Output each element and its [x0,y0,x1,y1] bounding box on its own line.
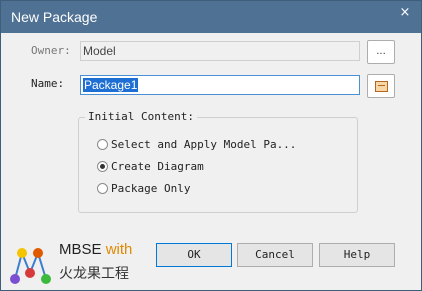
owner-label: Owner: [31,44,71,57]
cancel-button[interactable]: Cancel [237,243,313,267]
option-package-only[interactable]: Package Only [97,180,190,196]
dialog-body: Owner: Model ... Name: Package1 Initial … [1,33,421,290]
name-label: Name: [31,77,65,90]
name-input-value: Package1 [83,78,139,92]
ok-button[interactable]: OK [156,243,232,267]
title-bar[interactable]: New Package × [1,1,421,33]
option-create-diagram[interactable]: Create Diagram [97,158,204,174]
help-button[interactable]: Help [319,243,395,267]
radio-button[interactable] [97,182,108,194]
name-input[interactable]: Package1 [80,75,360,95]
radio-button[interactable] [97,160,108,172]
browse-owner-button[interactable]: ... [367,40,395,64]
dialog-title: New Package [11,9,98,25]
radio-label: Package Only [111,181,191,195]
notes-icon [375,81,388,92]
initial-content-label: Initial Content: [85,110,197,123]
notes-button[interactable] [367,74,395,98]
brand-line-1: MBSE with [59,241,133,258]
radio-label: Create Diagram [111,159,204,173]
radio-label: Select and Apply Model Pa... [111,137,297,151]
owner-field: Model [80,41,360,61]
close-icon[interactable]: × [395,5,415,21]
radio-button[interactable] [97,138,108,150]
new-package-dialog: New Package × Owner: Model ... Name: Pac… [0,0,422,291]
option-select-apply-model[interactable]: Select and Apply Model Pa... [97,136,296,152]
brand-line-2: 火龙果工程 [59,266,129,282]
